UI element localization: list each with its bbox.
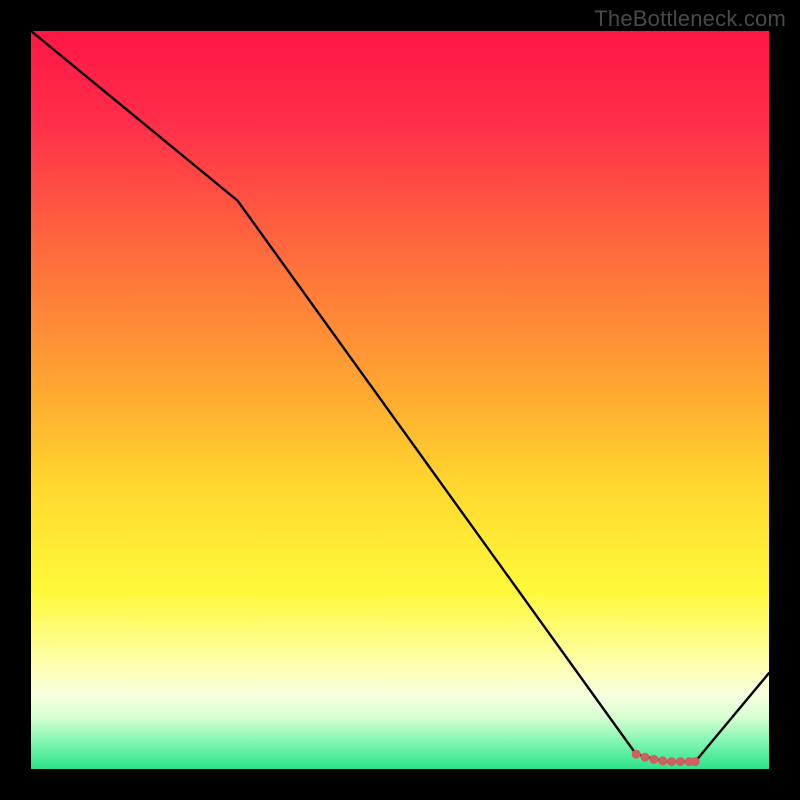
chart-svg xyxy=(31,31,769,769)
data-marker xyxy=(691,757,700,766)
data-marker xyxy=(658,756,667,765)
watermark-text: TheBottleneck.com xyxy=(594,6,786,32)
chart-frame: TheBottleneck.com xyxy=(0,0,800,800)
plot-area xyxy=(31,31,769,769)
data-marker xyxy=(676,757,685,766)
data-marker xyxy=(649,755,658,764)
data-marker xyxy=(632,750,641,759)
data-marker xyxy=(641,753,650,762)
gradient-background xyxy=(31,31,769,769)
data-marker xyxy=(667,757,676,766)
